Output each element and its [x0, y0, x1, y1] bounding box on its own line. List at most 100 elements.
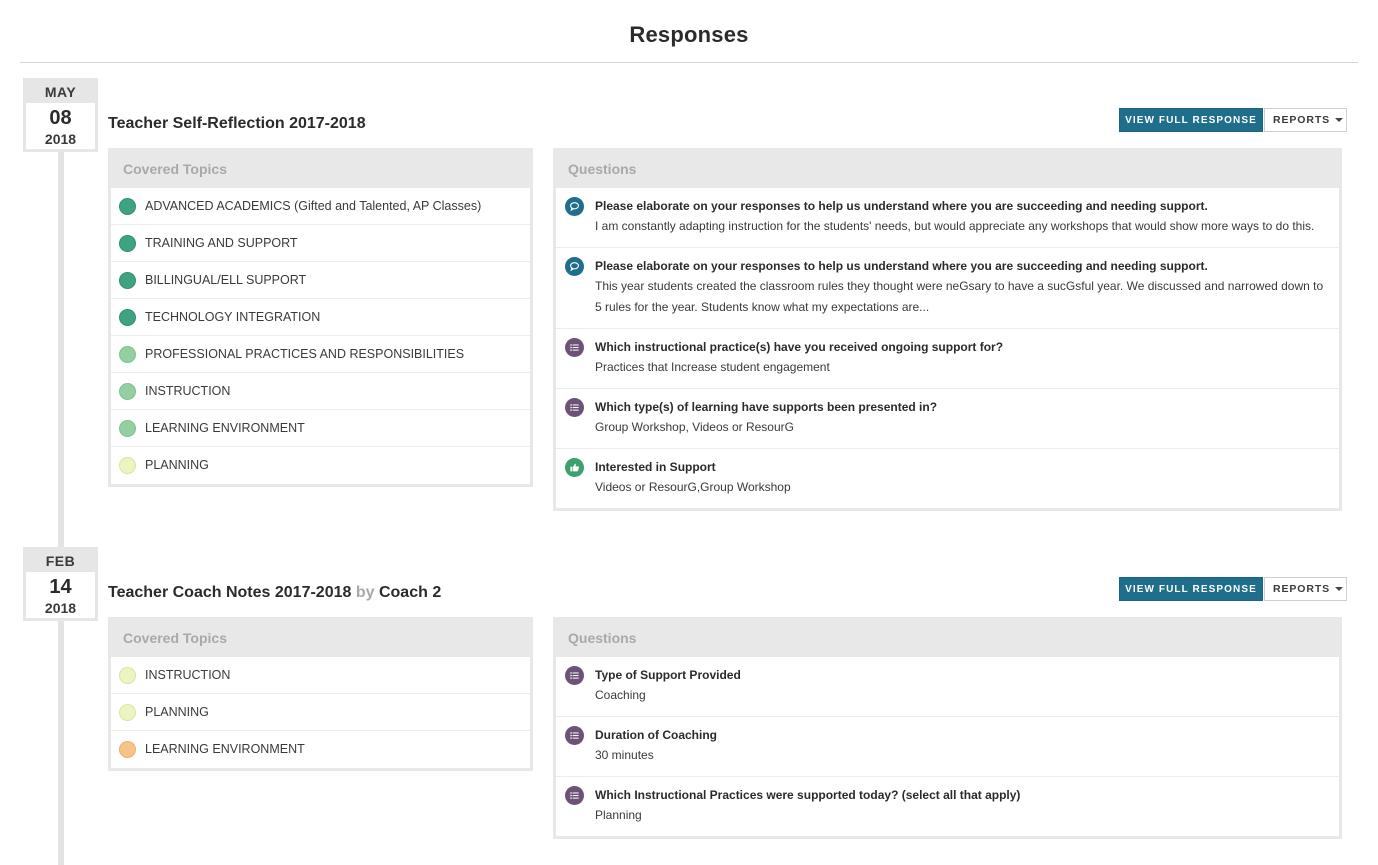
topic-status-dot: [119, 457, 136, 474]
thumbs-up-icon: [565, 458, 584, 477]
topic-label: PLANNING: [145, 705, 209, 719]
response-title: Teacher Self-Reflection 2017-2018: [108, 115, 366, 133]
date-year: 2018: [44, 131, 77, 147]
comment-icon: [565, 197, 584, 216]
view-full-response-button[interactable]: VIEW FULL RESPONSE: [1119, 108, 1263, 132]
topic-item: BILLINGUAL/ELL SUPPORT: [111, 262, 530, 299]
covered-topics-panel: Covered Topics INSTRUCTION PLANNING LEAR…: [108, 617, 533, 771]
topic-label: PLANNING: [145, 458, 209, 472]
question-title: Which type(s) of learning have supports …: [595, 400, 938, 414]
date-badge: MAY 08 2018: [23, 78, 98, 152]
question-item: Which type(s) of learning have supports …: [556, 389, 1339, 449]
question-item: Please elaborate on your responses to he…: [556, 188, 1339, 248]
topic-status-dot: [119, 272, 136, 289]
question-answer: Videos or ResourG,Group Workshop: [595, 480, 791, 494]
question-item: Interested in Support Videos or ResourG,…: [556, 449, 1339, 508]
topic-item: INSTRUCTION: [111, 373, 530, 410]
question-answer: 30 minutes: [595, 748, 654, 762]
topics-list: INSTRUCTION PLANNING LEARNING ENVIRONMEN…: [111, 657, 530, 768]
comment-icon: [565, 257, 584, 276]
topic-item: INSTRUCTION: [111, 657, 530, 694]
list-icon: [565, 666, 584, 685]
topic-status-dot: [119, 383, 136, 400]
reports-label: REPORTS: [1273, 583, 1331, 595]
questions-panel: Questions Please elaborate on your respo…: [553, 148, 1342, 511]
topic-status-dot: [119, 198, 136, 215]
topic-status-dot: [119, 704, 136, 721]
response-title: Teacher Coach Notes 2017-2018 by Coach 2: [108, 584, 441, 602]
survey-name: Teacher Self-Reflection 2017-2018: [108, 115, 366, 132]
questions-panel: Questions Type of Support Provided Coach…: [553, 617, 1342, 839]
topic-label: INSTRUCTION: [145, 384, 231, 398]
question-answer: Planning: [595, 808, 642, 822]
topic-item: TRAINING AND SUPPORT: [111, 225, 530, 262]
topic-label: INSTRUCTION: [145, 668, 231, 682]
question-item: Please elaborate on your responses to he…: [556, 248, 1339, 329]
question-title: Please elaborate on your responses to he…: [595, 199, 1208, 213]
topic-label: LEARNING ENVIRONMENT: [145, 742, 305, 756]
questions-header: Questions: [556, 151, 1339, 188]
topic-label: TECHNOLOGY INTEGRATION: [145, 310, 321, 324]
question-item: Which Instructional Practices were suppo…: [556, 777, 1339, 836]
topic-status-dot: [119, 235, 136, 252]
survey-name: Teacher Coach Notes 2017-2018: [108, 584, 352, 601]
topic-label: PROFESSIONAL PRACTICES AND RESPONSIBILIT…: [145, 347, 465, 361]
date-month: MAY: [26, 81, 95, 103]
topic-item: PLANNING: [111, 447, 530, 484]
date-badge: FEB 14 2018: [23, 547, 98, 621]
list-icon: [565, 398, 584, 417]
topic-item: ADVANCED ACADEMICS (Gifted and Talented,…: [111, 188, 530, 225]
topic-item: PLANNING: [111, 694, 530, 731]
topic-status-dot: [119, 667, 136, 684]
topic-label: ADVANCED ACADEMICS (Gifted and Talented,…: [145, 199, 482, 213]
question-answer: I am constantly adapting instruction for…: [595, 219, 1315, 233]
questions-list: Please elaborate on your responses to he…: [556, 188, 1339, 508]
topic-label: LEARNING ENVIRONMENT: [145, 421, 305, 435]
question-answer: Practices that Increase student engageme…: [595, 360, 830, 374]
question-item: Duration of Coaching 30 minutes: [556, 717, 1339, 777]
covered-topics-header: Covered Topics: [111, 151, 530, 188]
questions-list: Type of Support Provided Coaching Durati…: [556, 657, 1339, 836]
topics-list: ADVANCED ACADEMICS (Gifted and Talented,…: [111, 188, 530, 484]
title-divider: [20, 62, 1358, 63]
covered-topics-header: Covered Topics: [111, 620, 530, 657]
question-answer: Group Workshop, Videos or ResourG: [595, 420, 794, 434]
list-icon: [565, 338, 584, 357]
question-title: Please elaborate on your responses to he…: [595, 259, 1208, 273]
author-name: Coach 2: [378, 584, 442, 601]
covered-topics-panel: Covered Topics ADVANCED ACADEMICS (Gifte…: [108, 148, 533, 487]
questions-header: Questions: [556, 620, 1339, 657]
view-full-response-button[interactable]: VIEW FULL RESPONSE: [1119, 577, 1263, 601]
question-title: Duration of Coaching: [595, 728, 717, 742]
topic-status-dot: [119, 346, 136, 363]
question-item: Type of Support Provided Coaching: [556, 657, 1339, 717]
topic-label: BILLINGUAL/ELL SUPPORT: [145, 273, 307, 287]
question-answer: Coaching: [595, 688, 646, 702]
question-title: Interested in Support: [595, 460, 716, 474]
date-month: FEB: [26, 550, 95, 572]
date-day: 08: [49, 107, 72, 129]
by-label: by: [355, 584, 375, 601]
date-day: 14: [49, 576, 72, 598]
question-answer: This year students created the classroom…: [595, 279, 1324, 314]
caret-down-icon: [1335, 587, 1344, 592]
page-title: Responses: [629, 22, 749, 47]
list-icon: [565, 726, 584, 745]
topic-item: TECHNOLOGY INTEGRATION: [111, 299, 530, 336]
reports-dropdown-button[interactable]: REPORTS: [1264, 577, 1347, 601]
date-year: 2018: [44, 600, 77, 616]
question-item: Which instructional practice(s) have you…: [556, 329, 1339, 389]
topic-status-dot: [119, 309, 136, 326]
topic-item: LEARNING ENVIRONMENT: [111, 731, 530, 768]
question-title: Type of Support Provided: [595, 668, 741, 682]
topic-item: LEARNING ENVIRONMENT: [111, 410, 530, 447]
topic-status-dot: [119, 741, 136, 758]
topic-label: TRAINING AND SUPPORT: [145, 236, 298, 250]
question-title: Which Instructional Practices were suppo…: [595, 788, 1021, 802]
reports-dropdown-button[interactable]: REPORTS: [1264, 108, 1347, 132]
caret-down-icon: [1335, 118, 1344, 123]
list-icon: [565, 786, 584, 805]
topic-status-dot: [119, 420, 136, 437]
reports-label: REPORTS: [1273, 114, 1331, 126]
timeline-line: [58, 150, 64, 865]
